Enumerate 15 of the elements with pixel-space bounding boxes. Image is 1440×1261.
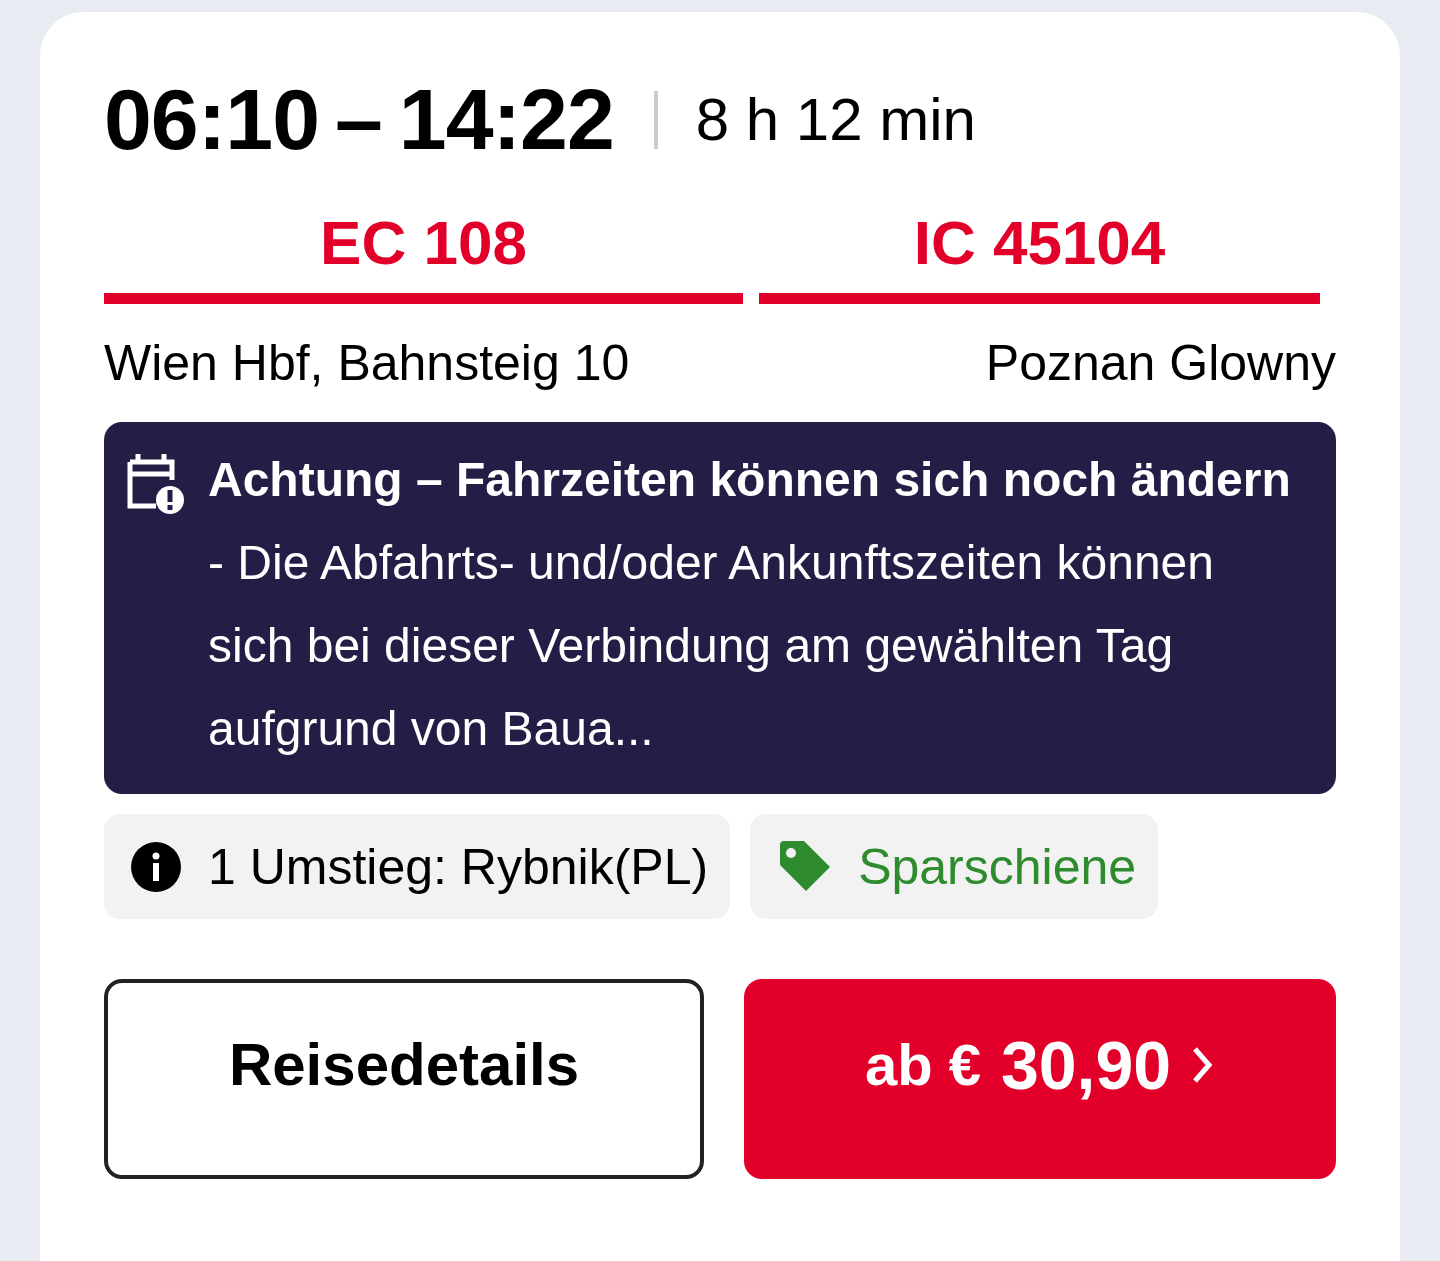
- duration: 8 h 12 min: [695, 85, 976, 154]
- arrival-time: 14:22: [398, 70, 614, 169]
- details-button[interactable]: Reisedetails: [104, 979, 704, 1180]
- arrival-station: Poznan Glowny: [985, 334, 1336, 393]
- chip-label: Sparschiene: [858, 837, 1137, 896]
- time-separator: –: [334, 70, 383, 169]
- calendar-warning-icon: [126, 452, 186, 517]
- chip-label: 1 Umstieg: Rybnik(PL): [208, 837, 709, 896]
- info-icon: [130, 840, 182, 893]
- train-segment: EC 108: [104, 209, 743, 305]
- departure-station: Wien Hbf, Bahnsteig 10: [104, 334, 630, 393]
- price-button[interactable]: ab € 30,90: [744, 979, 1336, 1180]
- train-segment: IC 45104: [759, 209, 1320, 305]
- notice-text: Achtung – Fahrzeiten können sich noch ändern - Die Abfahrts- und/oder Ankunftszeiten können sich bei dieser Verbindung am gewählten Tag aufgrund von Baua...: [208, 452, 1292, 758]
- departure-time: 06:10: [104, 70, 319, 169]
